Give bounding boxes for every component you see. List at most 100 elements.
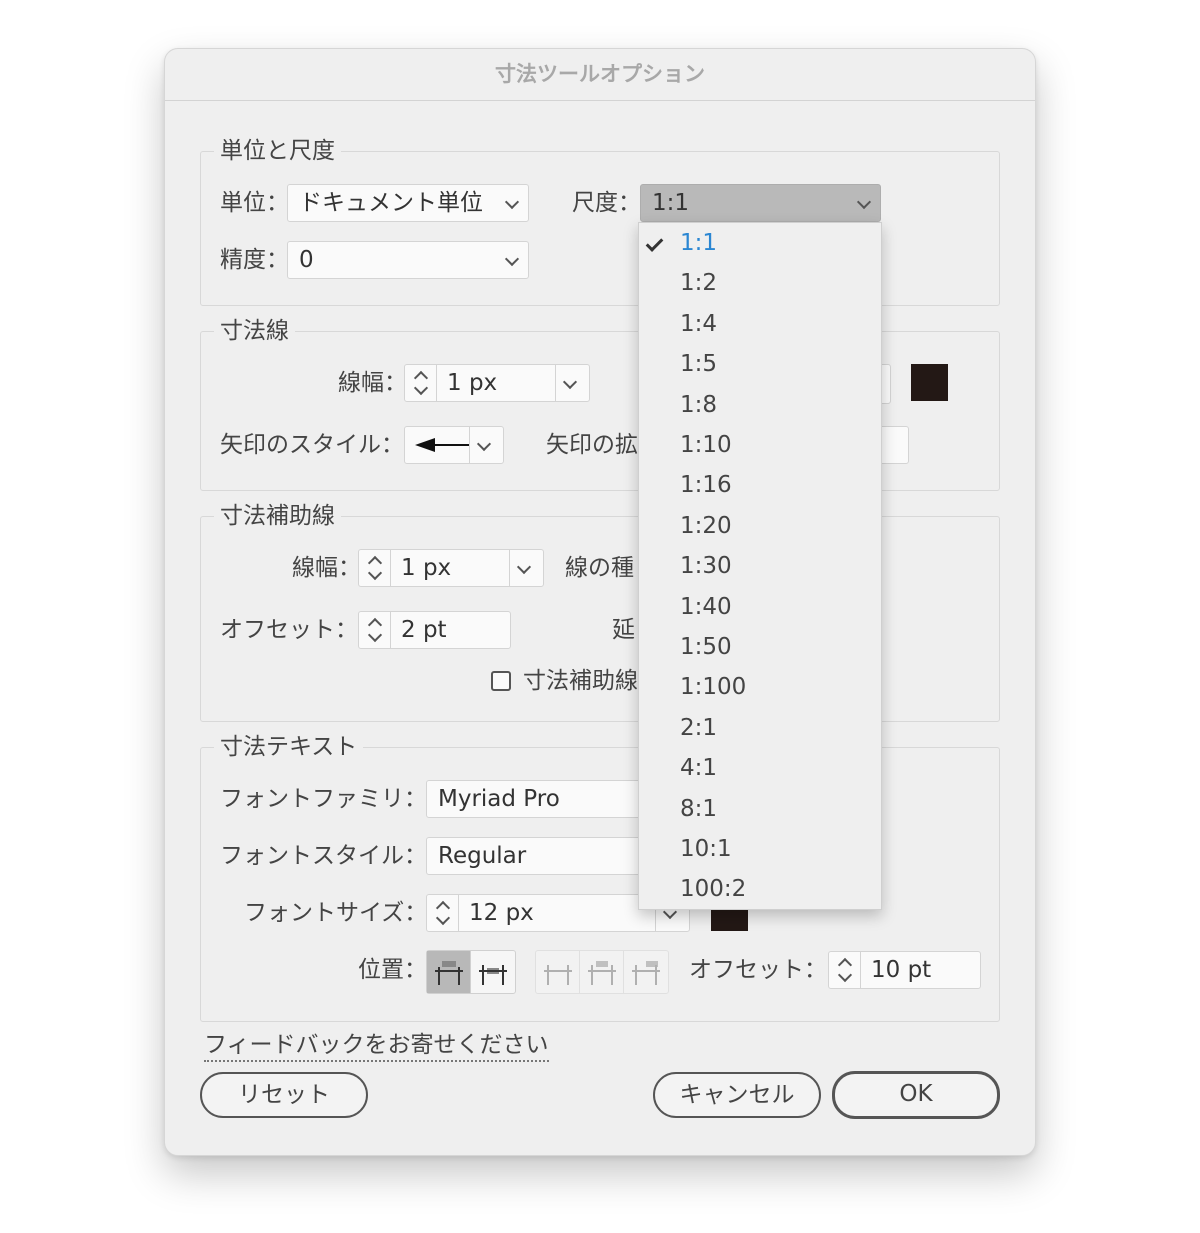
scale-menu-item-label: 1:100 bbox=[680, 674, 747, 701]
chevron-down-icon[interactable] bbox=[509, 550, 543, 586]
font-style-label: フォントスタイル： bbox=[220, 843, 427, 869]
precision-select-value: 0 bbox=[299, 247, 314, 273]
chevron-down-icon bbox=[498, 185, 528, 221]
units-scale-group-title: 単位と尺度 bbox=[214, 137, 341, 165]
scale-menu-item[interactable]: 1:8 bbox=[639, 385, 881, 425]
position-option-icon bbox=[536, 951, 580, 993]
scale-select[interactable]: 1:1 bbox=[640, 184, 881, 222]
precision-select[interactable]: 0 bbox=[287, 241, 529, 279]
dimension-glyph bbox=[544, 965, 572, 985]
scale-menu-item-label: 1:1 bbox=[680, 230, 718, 256]
position-above-icon[interactable] bbox=[427, 951, 471, 993]
scale-menu-item-label: 4:1 bbox=[680, 755, 718, 782]
scale-menu-item[interactable]: 100:2 bbox=[639, 869, 881, 909]
scale-menu-item-label: 2:1 bbox=[680, 714, 718, 741]
chevron-down-icon bbox=[498, 242, 528, 278]
scale-menu-item-label: 1:40 bbox=[680, 593, 732, 620]
extension-line-checkbox-label: 寸法補助線 bbox=[523, 668, 638, 694]
scale-menu-item[interactable]: 1:16 bbox=[639, 465, 881, 505]
line-width-label: 線幅： bbox=[338, 370, 407, 396]
scale-menu-item[interactable]: 1:40 bbox=[639, 587, 881, 627]
scale-menu-item[interactable]: 10:1 bbox=[639, 829, 881, 869]
line-type-label: 線の種 bbox=[565, 555, 634, 581]
scale-menu-item[interactable]: 1:5 bbox=[639, 344, 881, 384]
scale-select-value: 1:1 bbox=[652, 190, 690, 216]
scale-menu-item[interactable]: 1:10 bbox=[639, 425, 881, 465]
scale-menu-item[interactable]: 1:50 bbox=[639, 627, 881, 667]
arrow-style-label: 矢印のスタイル： bbox=[220, 432, 404, 458]
stepper-arrows-icon[interactable] bbox=[359, 550, 391, 586]
dimension-glyph bbox=[588, 961, 616, 985]
checkmark-icon bbox=[645, 234, 664, 252]
chevron-down-icon[interactable] bbox=[555, 365, 589, 401]
font-style-value: Regular bbox=[438, 843, 527, 869]
font-size-label: フォントサイズ： bbox=[244, 900, 428, 926]
unit-label: 単位： bbox=[220, 190, 289, 216]
scale-menu-item[interactable]: 1:2 bbox=[639, 263, 881, 303]
font-style-select[interactable]: Regular bbox=[426, 837, 646, 875]
stepper-arrows-icon[interactable] bbox=[829, 952, 861, 988]
stepper-arrows-icon[interactable] bbox=[405, 365, 437, 401]
dimension-line-color-swatch[interactable] bbox=[911, 364, 948, 401]
scale-label: 尺度： bbox=[572, 190, 641, 216]
extension-line-group-title: 寸法補助線 bbox=[214, 502, 341, 530]
position-option-icon bbox=[624, 951, 668, 993]
text-offset-value: 10 pt bbox=[871, 957, 932, 983]
feedback-link[interactable]: フィードバックをお寄せください bbox=[204, 1030, 549, 1062]
scale-menu-item-label: 1:8 bbox=[680, 391, 718, 418]
scale-menu-item[interactable]: 1:4 bbox=[639, 304, 881, 344]
scale-menu-item-label: 1:50 bbox=[680, 634, 732, 660]
extension-width-value: 1 px bbox=[401, 555, 452, 581]
scale-menu-item-label: 100:2 bbox=[680, 876, 747, 903]
stepper-arrows-icon[interactable] bbox=[359, 612, 391, 648]
dimension-center-glyph bbox=[479, 965, 507, 985]
extension-line-checkbox[interactable] bbox=[491, 671, 511, 691]
position-disabled-segmented-control bbox=[535, 950, 669, 994]
scale-menu-item[interactable]: 2:1 bbox=[639, 708, 881, 748]
left-arrow-icon bbox=[415, 438, 469, 452]
scale-menu-item-label: 1:16 bbox=[680, 472, 732, 499]
font-family-label: フォントファミリ： bbox=[220, 786, 427, 812]
scale-menu-item[interactable]: 1:20 bbox=[639, 506, 881, 546]
extension-offset-value: 2 pt bbox=[401, 617, 447, 643]
chevron-down-icon bbox=[850, 185, 880, 221]
cancel-button[interactable]: キャンセル bbox=[653, 1072, 821, 1118]
extension-offset-label: オフセット： bbox=[220, 617, 358, 643]
extension-offset-input[interactable]: 2 pt bbox=[358, 611, 511, 649]
font-family-select[interactable]: Myriad Pro bbox=[426, 780, 646, 818]
dimension-glyph bbox=[632, 961, 660, 985]
scale-menu-item[interactable]: 4:1 bbox=[639, 748, 881, 788]
scale-menu-item[interactable]: 1:30 bbox=[639, 546, 881, 586]
scale-menu-item[interactable]: 8:1 bbox=[639, 789, 881, 829]
scale-menu-item-label: 1:20 bbox=[680, 512, 732, 539]
line-width-combo[interactable]: 1 px bbox=[404, 364, 590, 402]
scale-menu-item-label: 1:4 bbox=[680, 310, 718, 337]
dialog-title: 寸法ツールオプション bbox=[165, 49, 1035, 101]
extend-label: 延 bbox=[612, 617, 635, 643]
extension-width-combo[interactable]: 1 px bbox=[358, 549, 544, 587]
scale-menu-item[interactable]: 1:1 bbox=[639, 223, 881, 263]
dimension-above-glyph bbox=[435, 961, 463, 985]
extension-width-label: 線幅： bbox=[292, 555, 361, 581]
position-option-icon bbox=[580, 951, 624, 993]
arrow-scale-label: 矢印の拡 bbox=[546, 432, 638, 458]
dimension-line-group-title: 寸法線 bbox=[214, 317, 295, 345]
scale-menu-item-label: 1:2 bbox=[680, 270, 718, 297]
reset-button[interactable]: リセット bbox=[200, 1072, 368, 1118]
text-offset-input[interactable]: 10 pt bbox=[828, 951, 981, 989]
ok-button[interactable]: OK bbox=[832, 1071, 1000, 1119]
unit-select[interactable]: ドキュメント単位 bbox=[287, 184, 529, 222]
arrow-style-select[interactable] bbox=[404, 426, 504, 464]
precision-label: 精度： bbox=[220, 247, 289, 273]
scale-menu-item-label: 10:1 bbox=[680, 836, 732, 862]
line-width-value: 1 px bbox=[447, 370, 498, 396]
position-label: 位置： bbox=[358, 957, 427, 983]
font-family-value: Myriad Pro bbox=[438, 786, 560, 812]
scale-menu-item[interactable]: 1:100 bbox=[639, 667, 881, 707]
scale-dropdown-menu[interactable]: 1:1 1:2 1:4 1:5 1:8 1:10 1:16 1:20 1:30 1:40 1:50 1… bbox=[638, 222, 882, 910]
font-size-value: 12 px bbox=[469, 900, 534, 926]
position-center-icon[interactable] bbox=[471, 951, 515, 993]
position-segmented-control[interactable] bbox=[426, 950, 516, 994]
scale-menu-item-label: 1:5 bbox=[680, 351, 718, 378]
stepper-arrows-icon[interactable] bbox=[427, 895, 459, 931]
